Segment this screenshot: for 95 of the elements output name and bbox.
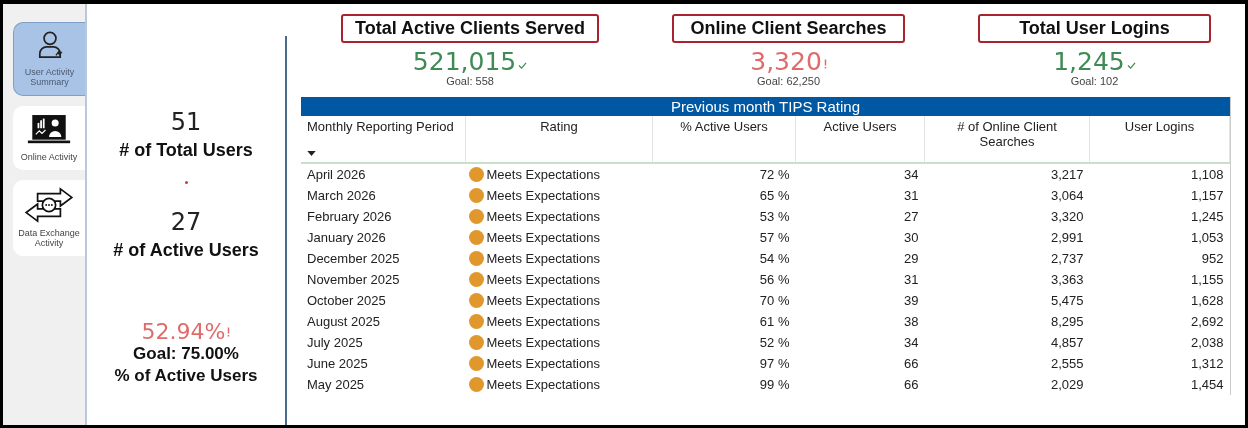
table-cell-text: 1,628 [1189, 292, 1225, 310]
table-cell-text: October 2025 [306, 292, 387, 310]
table-cell-text: 66 [903, 376, 920, 394]
table-cell-text: 39 [903, 292, 920, 310]
rating-cell: Meets Expectations [465, 227, 653, 248]
table-cell-text: 56 % [758, 271, 791, 289]
column-header[interactable]: Monthly Reporting Period [301, 116, 466, 163]
table-cell-text: 99 % [758, 376, 791, 394]
table-cell-text: 1,454 [1189, 376, 1225, 394]
goal-text: Goal: 75.00% [133, 343, 239, 365]
table-cell-text: 8,295 [1049, 313, 1085, 331]
table-cell-text: 97 % [758, 355, 791, 373]
table-title: Previous month TIPS Rating [301, 97, 1230, 116]
table-cell-text: 1,155 [1189, 271, 1225, 289]
table-cell-text: 65 % [758, 187, 791, 205]
table-cell: 34 [795, 163, 925, 185]
kpi-title: Total Active Clients Served [341, 14, 600, 43]
kpi-title: Online Client Searches [672, 14, 906, 43]
table-cell-text: 1,245 [1189, 208, 1225, 226]
table-cell-text: 57 % [758, 229, 791, 247]
table-cell: 3,217 [924, 163, 1090, 185]
table-cell-text: 53 % [758, 208, 791, 226]
rating-cell: Meets Expectations [465, 269, 653, 290]
table-cell: 1,108 [1089, 163, 1230, 185]
active-users-value: 27 [170, 208, 202, 236]
table-cell-text: 5,475 [1049, 292, 1085, 310]
table-cell-text: 1,157 [1189, 187, 1225, 205]
table-cell-text: June 2025 [306, 355, 369, 373]
active-pct-label: % of Active Users [114, 365, 258, 387]
rating-cell: Meets Expectations [465, 206, 653, 227]
table-cell-text: May 2025 [306, 376, 366, 394]
rating-cell: Meets Expectations [465, 353, 653, 374]
table-cell-text: 1,053 [1189, 229, 1225, 247]
table-cell-text: 27 [903, 208, 920, 226]
table-cell: 72 % [652, 163, 796, 185]
table-cell-text: January 2026 [306, 229, 387, 247]
column-header[interactable]: % Active Users [652, 116, 796, 163]
table-cell-text: 952 [1200, 250, 1225, 268]
table-cell-text: 70 % [758, 292, 791, 310]
exchange-icon [22, 186, 76, 224]
kpi-value: 1,245 [1053, 49, 1125, 75]
table-cell-text: 2,737 [1049, 250, 1085, 268]
column-header[interactable]: User Logins [1089, 116, 1230, 163]
table-cell-text: 2,029 [1049, 376, 1085, 394]
table-cell-text: 4,857 [1049, 334, 1085, 352]
table-cell-text: November 2025 [306, 271, 401, 289]
table-cell-text: 34 [903, 334, 920, 352]
kpi-goal: Goal: 62,250 [757, 75, 821, 87]
kpi-goal: Goal: 102 [1070, 75, 1119, 87]
table-cell-text: 2,038 [1189, 334, 1225, 352]
rating-cell: Meets Expectations [465, 164, 653, 185]
table-cell-text: 61 % [758, 313, 791, 331]
kpi-value: 521,015 [412, 49, 517, 75]
table-cell-text: 3,320 [1049, 208, 1085, 226]
column-header[interactable]: Active Users [795, 116, 925, 163]
table-cell-text: 1,312 [1189, 355, 1225, 373]
table-cell-text: March 2026 [306, 187, 377, 205]
table-cell-text: 30 [903, 229, 920, 247]
rating-cell: Meets Expectations [465, 248, 653, 269]
table-cell-text: 2,692 [1189, 313, 1225, 331]
kpi-title: Total User Logins [978, 14, 1211, 43]
table-cell-text: December 2025 [306, 250, 401, 268]
sort-icon [307, 151, 316, 156]
table-cell-text: 31 [903, 271, 920, 289]
table-cell-text: February 2026 [306, 208, 393, 226]
sidebar-item[interactable]: Online Activity [13, 106, 85, 170]
column-header[interactable]: # of Online Client Searches [924, 116, 1090, 163]
table-cell-text: 29 [903, 250, 920, 268]
sidebar-item[interactable]: User Activity Summary [13, 22, 85, 96]
table-cell-text: 52 % [758, 334, 791, 352]
kpi-goal: Goal: 558 [446, 75, 494, 87]
rating-cell: Meets Expectations [465, 311, 653, 332]
table-cell-text: July 2025 [306, 334, 364, 352]
table-cell-text: 54 % [758, 250, 791, 268]
column-header[interactable]: Rating [465, 116, 653, 163]
indicator-dot [184, 181, 188, 184]
table-cell: April 2026 [301, 163, 466, 185]
table-cell-text: 66 [903, 355, 920, 373]
rating-cell: Meets Expectations [465, 290, 653, 311]
active-pct-value: 52.94% [141, 321, 226, 343]
table-cell-text: August 2025 [306, 313, 381, 331]
table-cell-text: 38 [903, 313, 920, 331]
total-users-value: 51 [170, 108, 202, 136]
table-cell-text: 2,991 [1049, 229, 1085, 247]
total-users-label: # of Total Users [119, 140, 253, 161]
rating-cell: Meets Expectations [465, 332, 653, 353]
table-cell-text: 31 [903, 187, 920, 205]
table-cell-text: 3,064 [1049, 187, 1085, 205]
table-cell-text: 3,363 [1049, 271, 1085, 289]
sidebar-item[interactable]: Data Exchange Activity [13, 180, 85, 256]
rating-cell: Meets Expectations [465, 185, 653, 206]
active-users-label: # of Active Users [113, 240, 259, 261]
rating-cell: Meets Expectations [465, 374, 653, 395]
kpi-value: 3,320 [750, 49, 822, 75]
table-cell-text: 2,555 [1049, 355, 1085, 373]
